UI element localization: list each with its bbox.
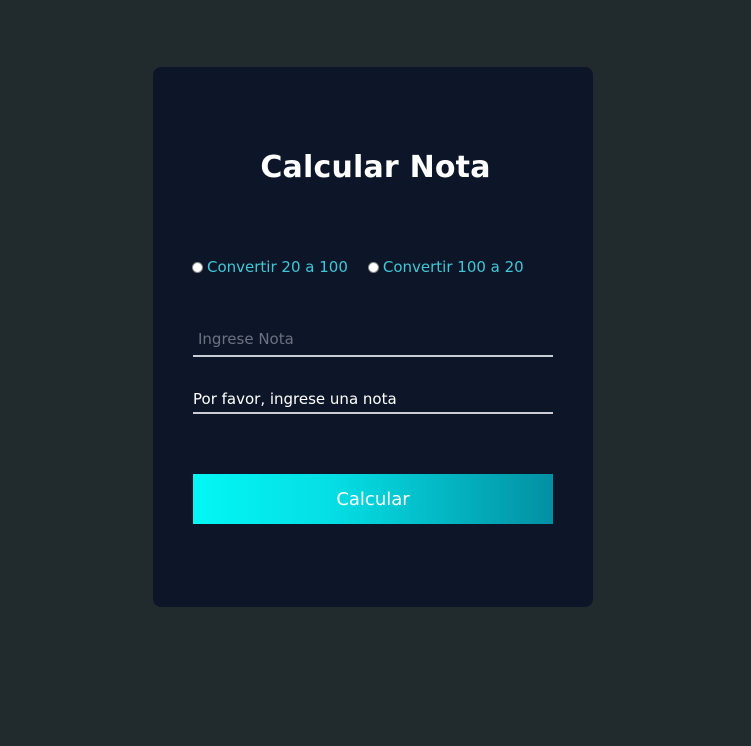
validation-message: Por favor, ingrese una nota	[193, 388, 553, 414]
radio-button-20-to-100[interactable]	[192, 261, 203, 273]
grade-input[interactable]	[193, 322, 553, 355]
radio-label-20-to-100[interactable]: Convertir 20 a 100	[207, 258, 348, 276]
page: Calcular Nota Convertir 20 a 100 Convert…	[0, 0, 751, 746]
radio-button-100-to-20[interactable]	[367, 261, 379, 273]
radio-option-20-to-100[interactable]: Convertir 20 a 100	[192, 258, 348, 276]
grade-field	[193, 322, 553, 357]
conversion-options: Convertir 20 a 100 Convertir 100 a 20	[192, 256, 524, 278]
page-title: Calcular Nota	[260, 150, 491, 185]
radio-label-100-to-20[interactable]: Convertir 100 a 20	[383, 258, 524, 276]
calculate-button[interactable]: Calcular	[193, 474, 553, 524]
radio-option-100-to-20[interactable]: Convertir 100 a 20	[367, 258, 524, 276]
